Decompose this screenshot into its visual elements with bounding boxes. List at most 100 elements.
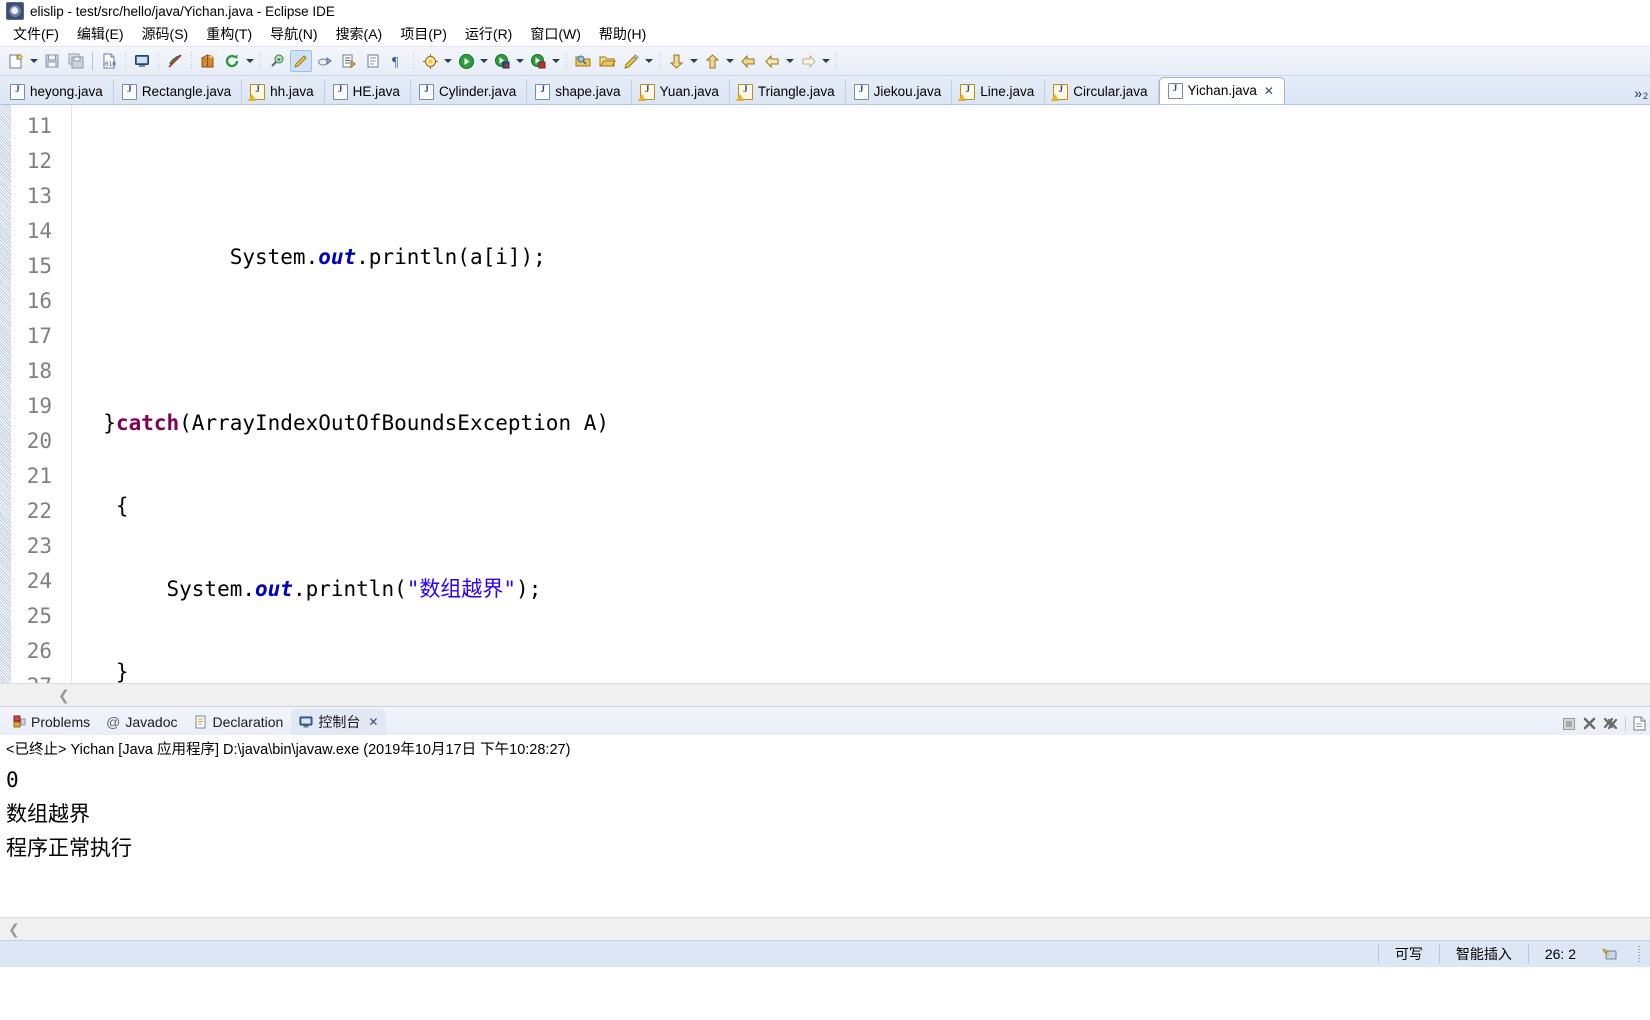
next-dropdown-arrow[interactable] bbox=[688, 50, 700, 72]
back-icon[interactable] bbox=[737, 50, 759, 72]
coverage-dropdown-arrow[interactable] bbox=[550, 50, 562, 72]
view-tab-problems[interactable]: Problems bbox=[4, 709, 98, 735]
open-task-icon[interactable] bbox=[314, 50, 336, 72]
code-text-area[interactable]: System.out.println(a[i]); }catch(ArrayIn… bbox=[72, 105, 1650, 706]
editor-horizontal-scrollbar[interactable]: ❮ bbox=[0, 683, 1650, 706]
menu-refactor[interactable]: 重构(T) bbox=[197, 22, 261, 46]
back-alt-icon[interactable] bbox=[761, 50, 783, 72]
run-icon[interactable] bbox=[455, 50, 477, 72]
terminate-icon[interactable] bbox=[1582, 716, 1597, 731]
editor-tab-line[interactable]: Line.java bbox=[952, 79, 1046, 104]
editor-tab-triangle[interactable]: Triangle.java bbox=[730, 79, 846, 104]
menu-navigate[interactable]: 导航(N) bbox=[261, 22, 326, 46]
editor-tab-hh[interactable]: hh.java bbox=[242, 79, 325, 104]
menu-file[interactable]: 文件(F) bbox=[4, 22, 68, 46]
code-line: System.out.println("数组越界"); bbox=[78, 577, 542, 601]
skip-breakpoints-icon[interactable] bbox=[419, 50, 441, 72]
pilcrow-icon[interactable]: ¶ bbox=[386, 50, 408, 72]
editor-tab-heyong[interactable]: heyong.java bbox=[2, 79, 114, 104]
back-dropdown-arrow[interactable] bbox=[784, 50, 796, 72]
java-file-icon bbox=[332, 83, 348, 100]
view-tab-label: Javadoc bbox=[125, 714, 178, 730]
menu-window[interactable]: 窗口(W) bbox=[521, 22, 590, 46]
folding-ruler[interactable] bbox=[61, 105, 72, 706]
line-number: 23 bbox=[26, 534, 52, 558]
search-folder-icon[interactable] bbox=[572, 50, 594, 72]
menu-search[interactable]: 搜索(A) bbox=[327, 22, 392, 46]
external-tools-icon[interactable] bbox=[266, 50, 288, 72]
view-tab-label: Declaration bbox=[212, 714, 284, 730]
editor-tab-label: hh.java bbox=[270, 84, 314, 99]
editor-tab-circular[interactable]: Circular.java bbox=[1045, 79, 1159, 104]
new-wizard-icon[interactable] bbox=[5, 50, 27, 72]
status-resize-grip[interactable] bbox=[1638, 946, 1640, 962]
open-console-icon[interactable] bbox=[1632, 716, 1646, 731]
editor-tab-he[interactable]: HE.java bbox=[325, 79, 411, 104]
new-dropdown-arrow[interactable] bbox=[28, 50, 40, 72]
forward-icon[interactable] bbox=[797, 50, 819, 72]
open-resource-icon[interactable] bbox=[362, 50, 384, 72]
editor-tab-shape[interactable]: shape.java bbox=[527, 79, 632, 104]
bottom-view-tab-bar: Problems @ Javadoc Declaration 控制台 ✕ bbox=[0, 707, 1650, 735]
console-horizontal-scrollbar[interactable]: ❮ bbox=[0, 917, 1650, 940]
status-writable: 可写 bbox=[1377, 945, 1439, 963]
menu-help[interactable]: 帮助(H) bbox=[590, 22, 655, 46]
scroll-lock-icon[interactable] bbox=[1562, 717, 1576, 731]
new-java-class-icon[interactable]: 010 bbox=[98, 50, 120, 72]
close-icon[interactable]: ✕ bbox=[1264, 84, 1274, 98]
line-number: 21 bbox=[26, 464, 52, 488]
java-file-warning-icon bbox=[735, 83, 753, 101]
save-all-icon[interactable] bbox=[65, 50, 87, 72]
menu-edit[interactable]: 编辑(E) bbox=[68, 22, 133, 46]
editor-tab-rectangle[interactable]: Rectangle.java bbox=[114, 79, 243, 104]
code-line: }catch(ArrayIndexOutOfBoundsException A) bbox=[78, 411, 610, 435]
annotation-ruler[interactable] bbox=[0, 105, 12, 706]
open-folder-icon[interactable] bbox=[596, 50, 618, 72]
window-title: elislip - test/src/hello/java/Yichan.jav… bbox=[30, 3, 335, 19]
chevron-left-icon[interactable]: ❮ bbox=[8, 921, 20, 938]
refresh-icon[interactable] bbox=[221, 50, 243, 72]
view-tab-javadoc[interactable]: @ Javadoc bbox=[98, 709, 185, 735]
marker-dropdown-arrow[interactable] bbox=[643, 50, 655, 72]
chevron-left-icon[interactable]: ❮ bbox=[58, 687, 70, 704]
forward-dropdown-arrow[interactable] bbox=[820, 50, 832, 72]
save-icon[interactable] bbox=[41, 50, 63, 72]
editor-tab-label: Yuan.java bbox=[659, 84, 719, 99]
line-number: 19 bbox=[26, 394, 52, 418]
new-package-icon[interactable] bbox=[197, 50, 219, 72]
debug-dropdown-arrow[interactable] bbox=[514, 50, 526, 72]
skip-dropdown-arrow[interactable] bbox=[442, 50, 454, 72]
open-console-icon[interactable] bbox=[131, 50, 153, 72]
view-tab-label: Problems bbox=[31, 714, 91, 730]
smart-insert-icon[interactable] bbox=[1592, 947, 1628, 961]
debug-run-icon[interactable] bbox=[491, 50, 513, 72]
menu-source[interactable]: 源码(S) bbox=[133, 22, 198, 46]
eclipse-logo-icon bbox=[6, 2, 24, 20]
editor-tab-cylinder[interactable]: Cylinder.java bbox=[411, 79, 528, 104]
main-toolbar: 010 ¶ bbox=[0, 46, 1650, 76]
editor-tab-yichan[interactable]: Yichan.java ✕ bbox=[1158, 77, 1285, 104]
toggle-breakpoint-icon[interactable] bbox=[164, 50, 186, 72]
close-icon[interactable]: ✕ bbox=[368, 715, 378, 729]
previous-annotation-icon[interactable] bbox=[701, 50, 723, 72]
run-dropdown-arrow[interactable] bbox=[478, 50, 490, 72]
editor-tab-jiekou[interactable]: Jiekou.java bbox=[846, 79, 953, 104]
refresh-dropdown-arrow[interactable] bbox=[244, 50, 256, 72]
marker-icon[interactable] bbox=[620, 50, 642, 72]
coverage-icon[interactable] bbox=[527, 50, 549, 72]
code-editor[interactable]: 11 12 13 14 15 16 17 18 19 20 21 22 23 2… bbox=[0, 105, 1650, 707]
tab-overflow-button[interactable]: » 2 bbox=[1634, 85, 1648, 101]
menu-project[interactable]: 项目(P) bbox=[391, 22, 456, 46]
open-type-icon[interactable] bbox=[338, 50, 360, 72]
view-tab-console[interactable]: 控制台 ✕ bbox=[291, 709, 387, 735]
java-file-warning-icon bbox=[1051, 83, 1069, 101]
view-tab-declaration[interactable]: Declaration bbox=[186, 709, 292, 735]
console-view[interactable]: <已终止> Yichan [Java 应用程序] D:\java\bin\jav… bbox=[0, 735, 1650, 940]
editor-tab-yuan[interactable]: Yuan.java bbox=[632, 79, 730, 104]
remove-all-terminated-icon[interactable] bbox=[1603, 716, 1619, 731]
previous-dropdown-arrow[interactable] bbox=[724, 50, 736, 72]
menu-run[interactable]: 运行(R) bbox=[456, 22, 521, 46]
next-annotation-icon[interactable] bbox=[665, 50, 687, 72]
run-highlight-icon[interactable] bbox=[290, 50, 312, 72]
